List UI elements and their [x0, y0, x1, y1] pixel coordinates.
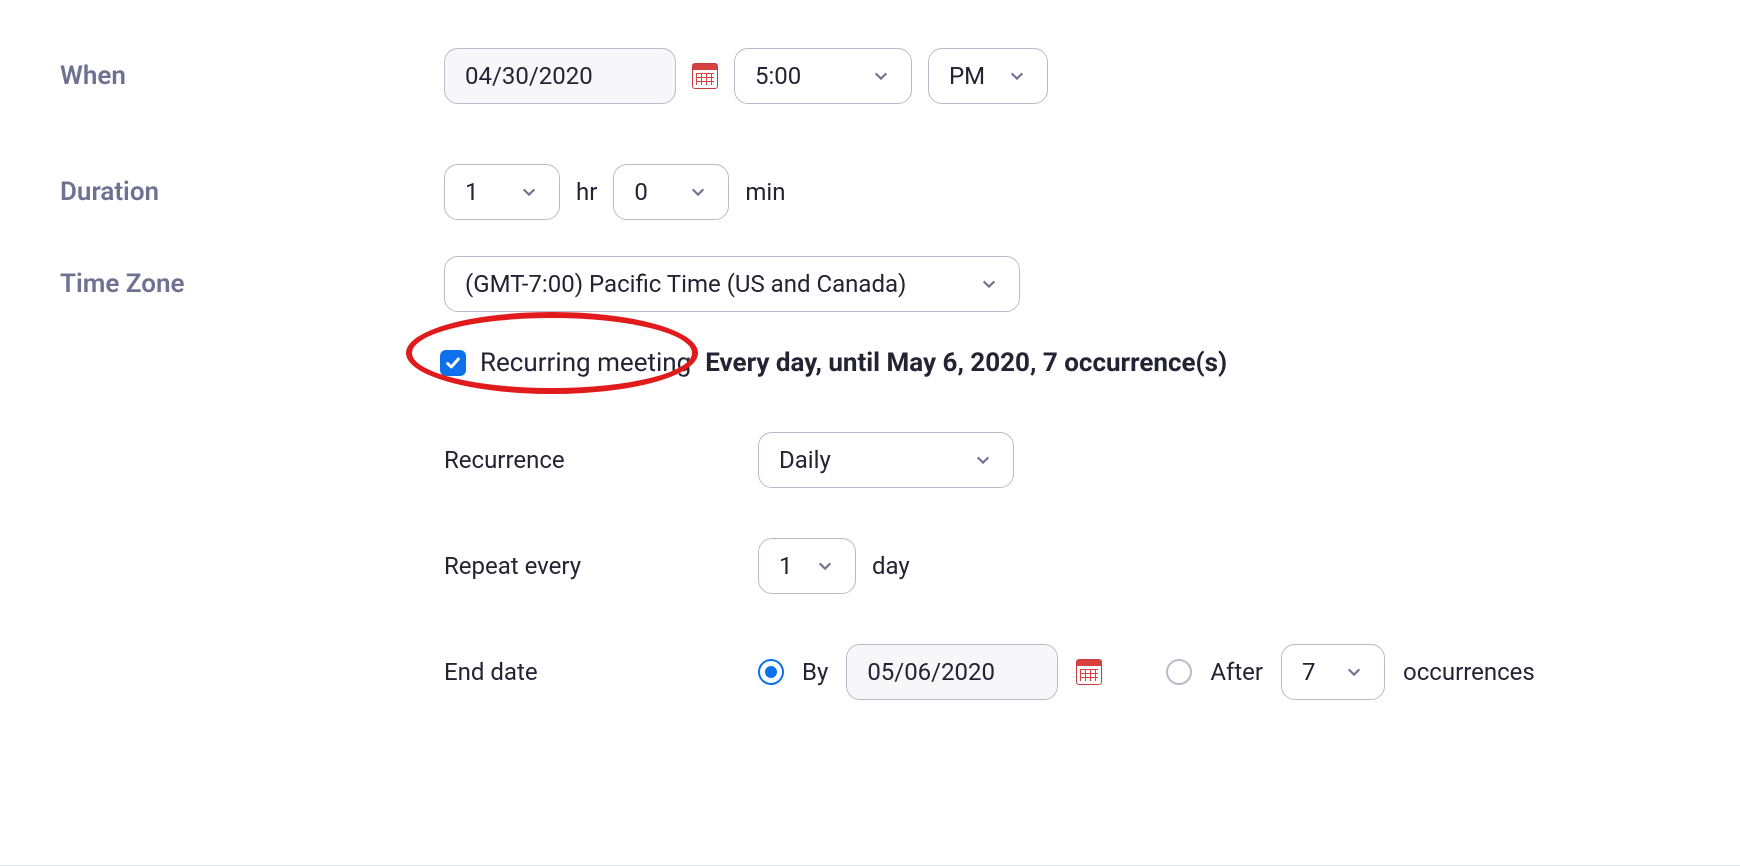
chevron-down-icon	[815, 556, 835, 576]
enddate-label: End date	[444, 658, 758, 686]
duration-controls: 1 hr 0 min	[444, 164, 786, 220]
end-after-count-select[interactable]: 7	[1281, 644, 1385, 700]
recurrence-sub-row: Recurrence Daily	[444, 432, 1740, 488]
timezone-label: Time Zone	[0, 269, 444, 299]
hours-value: 1	[465, 178, 505, 206]
end-by-label: By	[802, 658, 828, 686]
when-controls: 04/30/2020 5:00 PM	[444, 48, 1048, 104]
recurring-row: Recurring meeting Every day, until May 6…	[440, 348, 1740, 378]
chevron-down-icon	[979, 274, 999, 294]
timezone-value: (GMT-7:00) Pacific Time (US and Canada)	[465, 270, 965, 298]
repeat-value: 1	[779, 552, 801, 580]
chevron-down-icon	[688, 182, 708, 202]
enddate-controls: By 05/06/2020 After 7 occurrences	[758, 644, 1535, 700]
date-value: 04/30/2020	[465, 62, 655, 90]
recurring-label: Recurring meeting	[480, 348, 691, 378]
hours-unit: hr	[576, 178, 597, 206]
chevron-down-icon	[973, 450, 993, 470]
chevron-down-icon	[1344, 662, 1364, 682]
recurrence-select[interactable]: Daily	[758, 432, 1014, 488]
chevron-down-icon	[519, 182, 539, 202]
end-after-unit: occurrences	[1403, 658, 1535, 686]
time-select[interactable]: 5:00	[734, 48, 912, 104]
timezone-select[interactable]: (GMT-7:00) Pacific Time (US and Canada)	[444, 256, 1020, 312]
time-value: 5:00	[755, 62, 857, 90]
end-by-date-input[interactable]: 05/06/2020	[846, 644, 1058, 700]
when-label: When	[0, 61, 444, 91]
chevron-down-icon	[871, 66, 891, 86]
repeat-controls: 1 day	[758, 538, 910, 594]
when-row: When 04/30/2020 5:00 PM	[0, 48, 1740, 104]
recurrence-label: Recurrence	[444, 446, 758, 474]
repeat-label: Repeat every	[444, 552, 758, 580]
repeat-count-select[interactable]: 1	[758, 538, 856, 594]
end-by-date-value: 05/06/2020	[867, 658, 1037, 686]
calendar-icon[interactable]	[1076, 659, 1102, 685]
repeat-sub-row: Repeat every 1 day	[444, 538, 1740, 594]
calendar-icon[interactable]	[692, 63, 718, 89]
timezone-row: Time Zone (GMT-7:00) Pacific Time (US an…	[0, 256, 1740, 312]
recurring-summary: Every day, until May 6, 2020, 7 occurren…	[705, 348, 1227, 378]
chevron-down-icon	[1007, 66, 1027, 86]
ampm-select[interactable]: PM	[928, 48, 1048, 104]
minutes-value: 0	[634, 178, 674, 206]
end-after-radio[interactable]	[1166, 659, 1192, 685]
recurrence-controls: Daily	[758, 432, 1014, 488]
timezone-controls: (GMT-7:00) Pacific Time (US and Canada)	[444, 256, 1020, 312]
recurring-checkbox[interactable]	[440, 350, 466, 376]
date-input[interactable]: 04/30/2020	[444, 48, 676, 104]
enddate-sub-row: End date By 05/06/2020 After 7 occurrenc…	[444, 644, 1740, 700]
end-by-radio[interactable]	[758, 659, 784, 685]
repeat-unit: day	[872, 552, 910, 580]
minutes-unit: min	[745, 178, 785, 206]
ampm-value: PM	[949, 62, 993, 90]
end-after-label: After	[1210, 658, 1263, 686]
hours-select[interactable]: 1	[444, 164, 560, 220]
duration-label: Duration	[0, 177, 444, 207]
minutes-select[interactable]: 0	[613, 164, 729, 220]
end-after-count: 7	[1302, 658, 1330, 686]
recurrence-value: Daily	[779, 446, 959, 474]
duration-row: Duration 1 hr 0 min	[0, 164, 1740, 220]
